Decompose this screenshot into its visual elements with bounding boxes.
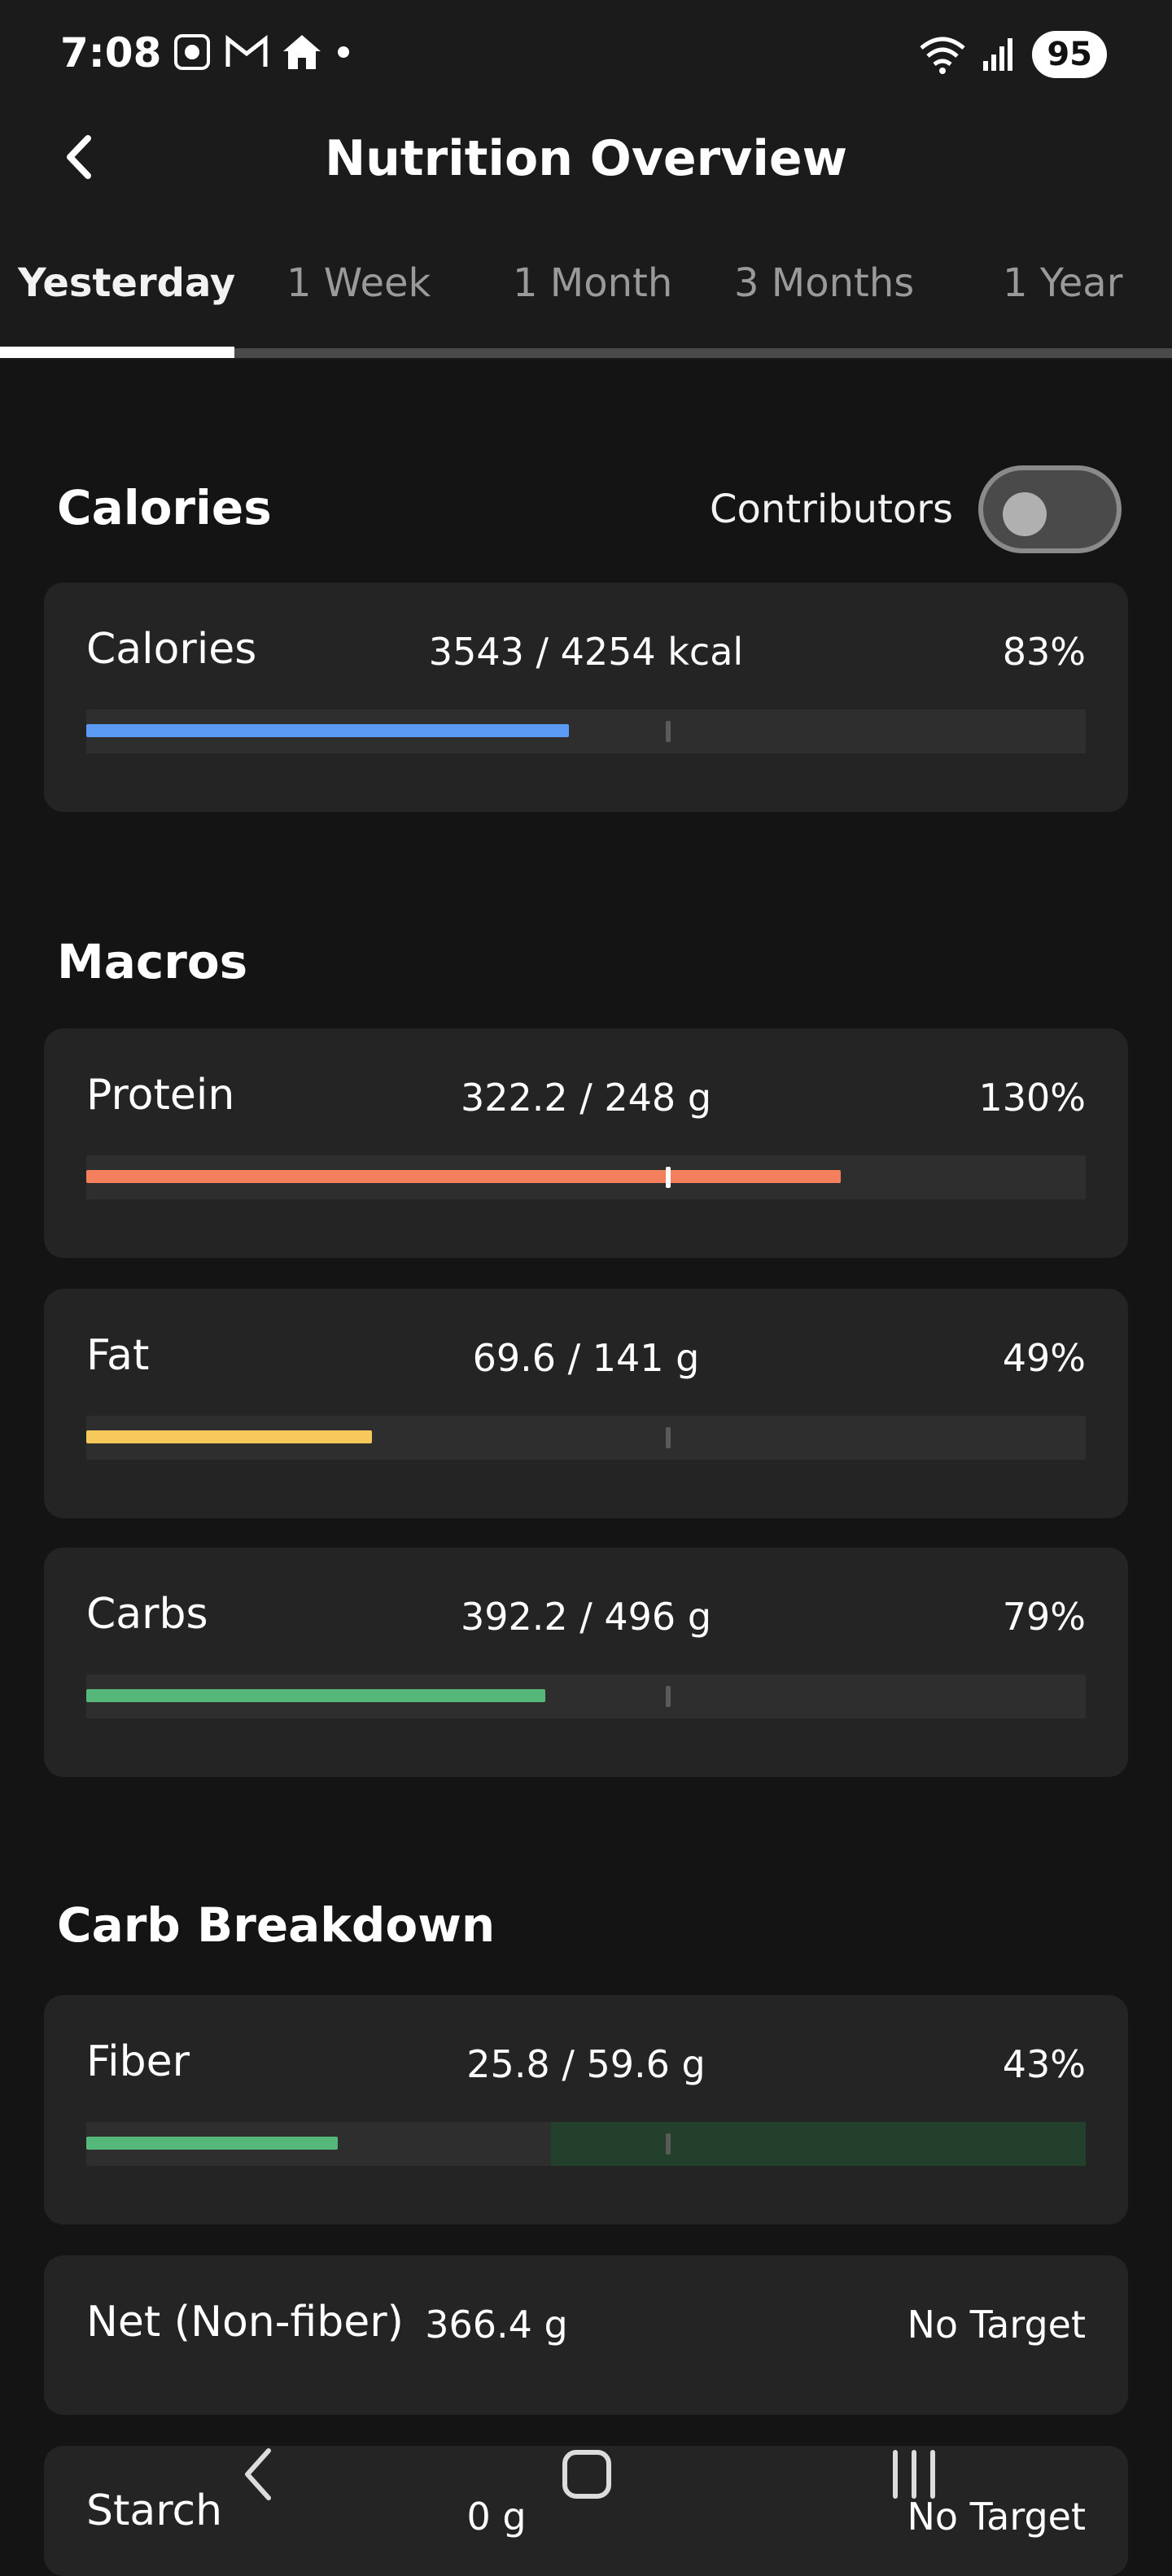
calories-progress-bar (86, 709, 1086, 753)
fat-bar-fill (86, 1430, 373, 1443)
fat-progress-bar (86, 1416, 1086, 1460)
fiber-target-marker (666, 2133, 671, 2155)
net-carbs-card[interactable]: Net (Non-fiber) 366.4 g No Target (44, 2255, 1128, 2415)
home-icon (283, 35, 321, 69)
fat-card[interactable]: Fat 69.6 / 141 g 49% (44, 1289, 1128, 1518)
carbs-value: 392.2 / 496 g (460, 1595, 712, 1639)
carbs-percent: 79% (1002, 1595, 1086, 1639)
protein-bar-fill (86, 1170, 842, 1183)
tab-1-month[interactable]: 1 Month (513, 260, 672, 306)
section-title-carb-breakdown: Carb Breakdown (57, 1897, 496, 1953)
tab-1-week[interactable]: 1 Week (286, 260, 431, 306)
tab-yesterday[interactable]: Yesterday (18, 260, 235, 306)
protein-value: 322.2 / 248 g (460, 1076, 712, 1120)
fiber-progress-bar (86, 2122, 1086, 2166)
status-icons-right: 95 (918, 31, 1107, 78)
calories-card[interactable]: Calories 3543 / 4254 kcal 83% (44, 583, 1128, 812)
app-header: Nutrition Overview (0, 106, 1172, 212)
home-nav-icon[interactable] (542, 2430, 632, 2519)
tab-1-year[interactable]: 1 Year (1003, 260, 1122, 306)
fiber-percent: 43% (1002, 2042, 1086, 2086)
calories-target-marker (666, 721, 671, 742)
period-tabs: Yesterday 1 Week 1 Month 3 Months 1 Year (0, 212, 1172, 360)
status-bar: 7:08 95 (0, 0, 1172, 106)
fat-value: 69.6 / 141 g (472, 1336, 700, 1380)
fiber-target-zone (551, 2122, 1086, 2166)
calories-bar-fill (86, 724, 570, 737)
status-icons-left (171, 31, 352, 73)
system-nav-bar (0, 2408, 1172, 2539)
section-title-calories: Calories (57, 480, 272, 535)
carbs-target-marker (666, 1686, 671, 1707)
net-carbs-target: No Target (907, 2303, 1087, 2347)
protein-progress-bar (86, 1155, 1086, 1199)
protein-card[interactable]: Protein 322.2 / 248 g 130% (44, 1028, 1128, 1258)
page-title: Nutrition Overview (324, 130, 848, 187)
carbs-card[interactable]: Carbs 392.2 / 496 g 79% (44, 1548, 1128, 1777)
calories-percent: 83% (1002, 630, 1086, 674)
gmail-icon (225, 34, 268, 67)
tab-3-months[interactable]: 3 Months (734, 260, 914, 306)
fat-percent: 49% (1002, 1336, 1086, 1380)
signal-icon (983, 38, 1013, 71)
fiber-bar-fill (86, 2137, 339, 2150)
back-nav-icon[interactable] (215, 2430, 304, 2519)
fat-target-marker (666, 1427, 671, 1448)
dot-icon (338, 46, 349, 58)
fiber-card[interactable]: Fiber 25.8 / 59.6 g 43% (44, 1995, 1128, 2225)
status-time: 7:08 (60, 29, 162, 76)
recents-nav-icon[interactable] (869, 2430, 959, 2519)
protein-target-marker (666, 1167, 671, 1188)
tab-indicator (0, 347, 234, 358)
contributors-label: Contributors (710, 487, 954, 532)
net-carbs-value: 366.4 g (425, 2303, 568, 2347)
wifi-icon (920, 37, 965, 74)
fiber-value: 25.8 / 59.6 g (466, 2042, 706, 2086)
carbs-bar-fill (86, 1689, 545, 1702)
toggle-knob (1003, 492, 1047, 536)
carbs-progress-bar (86, 1674, 1086, 1718)
section-title-macros: Macros (57, 934, 248, 989)
calories-value: 3543 / 4254 kcal (428, 630, 744, 674)
battery-indicator: 95 (1032, 31, 1107, 78)
protein-percent: 130% (978, 1076, 1086, 1120)
contributors-toggle[interactable] (978, 465, 1122, 553)
screenshot-icon (174, 34, 210, 70)
